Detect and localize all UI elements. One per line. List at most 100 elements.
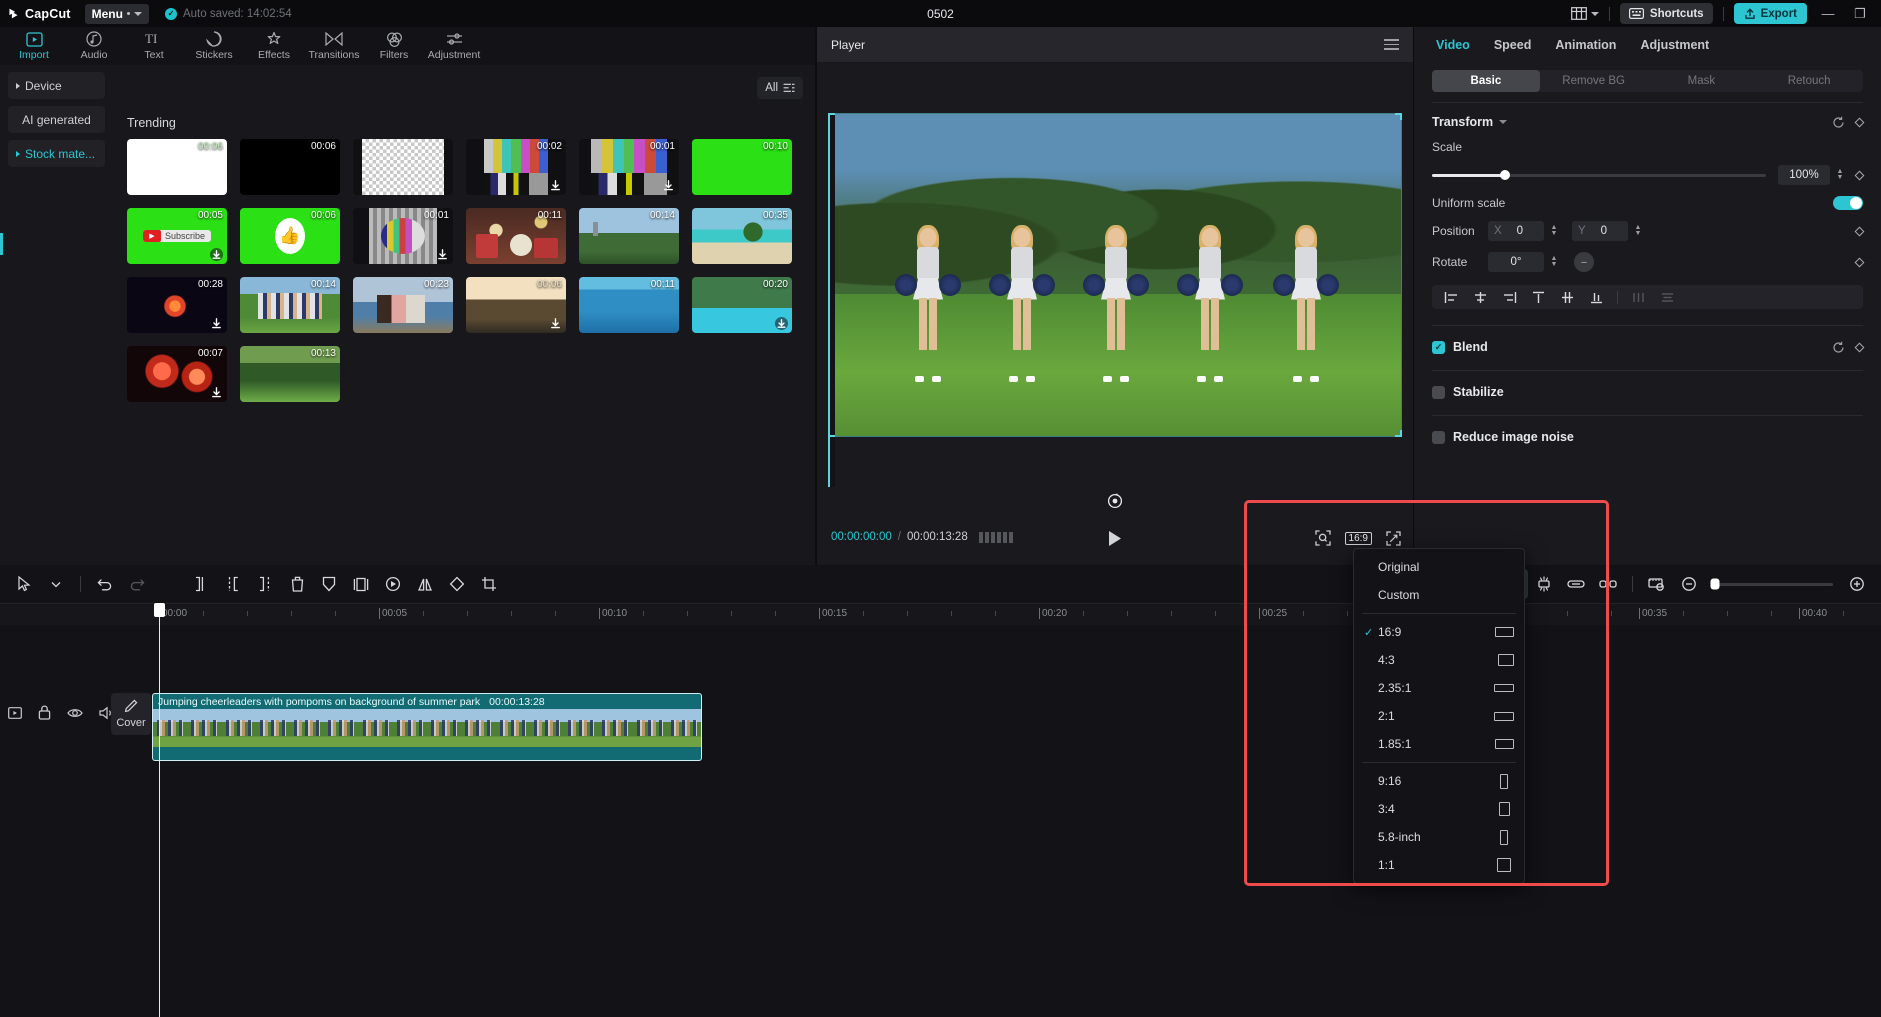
dropdown-item-original[interactable]: Original (1354, 553, 1524, 581)
zoom-out-icon[interactable] (1673, 569, 1705, 599)
dropdown-item-16-9[interactable]: ✓ 16:9 (1354, 618, 1524, 646)
align-top-icon[interactable] (1525, 287, 1552, 307)
media-item[interactable]: ▶ Subscribe 00:05 (127, 208, 227, 264)
crop-handle-top-right[interactable] (1395, 113, 1402, 120)
crop-handle-bottom-right[interactable] (1395, 430, 1402, 437)
redo-icon[interactable] (121, 569, 153, 599)
media-item[interactable]: 00:02 (466, 139, 566, 195)
player-menu-icon[interactable] (1384, 39, 1399, 50)
link-icon[interactable] (1560, 569, 1592, 599)
crop-handle-bottom-left[interactable] (828, 430, 835, 437)
tab-animation[interactable]: Animation (1555, 38, 1616, 52)
download-icon[interactable] (210, 386, 223, 399)
rotate-stepper[interactable]: ▲▼ (1548, 256, 1560, 268)
delete-icon[interactable] (281, 569, 313, 599)
tool-tab-audio[interactable]: Audio (66, 27, 122, 65)
download-icon[interactable] (549, 317, 562, 330)
tab-video[interactable]: Video (1436, 38, 1470, 52)
split-icon[interactable] (185, 569, 217, 599)
position-y-field[interactable]: Y 0 (1572, 221, 1628, 241)
align-center-vertical-icon[interactable] (1554, 287, 1581, 307)
preview-scale-icon[interactable] (1641, 569, 1673, 599)
track-display-icon[interactable] (8, 706, 22, 720)
playhead-handle[interactable] (154, 603, 165, 617)
slider-knob[interactable] (1500, 170, 1510, 180)
filter-all-button[interactable]: All (757, 77, 803, 99)
keyframe-icon[interactable] (1855, 257, 1865, 267)
tool-tab-stickers[interactable]: Stickers (186, 27, 242, 65)
sidebar-item-device[interactable]: Device (8, 72, 105, 99)
media-item[interactable]: 00:23 (353, 277, 453, 333)
tool-tab-transitions[interactable]: Transitions (306, 27, 362, 65)
media-item[interactable]: 00:28 (127, 277, 227, 333)
freeze-frame-icon[interactable] (345, 569, 377, 599)
reverse-icon[interactable] (377, 569, 409, 599)
zoom-slider-knob[interactable] (1711, 579, 1720, 590)
aspect-ratio-dropdown[interactable]: Original Custom ✓ 16:9 4:3 2.35:1 2:1 (1353, 548, 1525, 884)
download-icon[interactable] (210, 248, 223, 261)
mark-icon[interactable] (313, 569, 345, 599)
keyframe-icon[interactable] (1855, 170, 1865, 180)
scale-value[interactable]: 100% (1778, 165, 1830, 185)
media-item[interactable]: 00:11 (466, 208, 566, 264)
trim-end-icon[interactable] (249, 569, 281, 599)
trim-start-icon[interactable] (217, 569, 249, 599)
segment-remove-bg[interactable]: Remove BG (1540, 70, 1648, 92)
dropdown-item-235-1[interactable]: 2.35:1 (1354, 674, 1524, 702)
tool-tab-adjustment[interactable]: Adjustment (426, 27, 482, 65)
reduce-noise-checkbox[interactable] (1432, 431, 1445, 444)
reset-icon[interactable] (1832, 116, 1845, 129)
media-item[interactable]: 00:14 (240, 277, 340, 333)
tool-tab-text[interactable]: TI Text (126, 27, 182, 65)
media-item[interactable]: 00:14 (579, 208, 679, 264)
timeline-clip[interactable]: Jumping cheerleaders with pompoms on bac… (152, 693, 702, 761)
media-item[interactable]: 00:07 (127, 346, 227, 402)
tool-dropdown-icon[interactable] (40, 569, 72, 599)
dropdown-item-9-16[interactable]: 9:16 (1354, 767, 1524, 795)
frames-icon[interactable] (979, 532, 1013, 543)
chevron-down-icon[interactable] (1499, 120, 1507, 124)
dropdown-item-3-4[interactable]: 3:4 (1354, 795, 1524, 823)
download-icon[interactable] (775, 317, 788, 330)
tool-tab-effects[interactable]: Effects (246, 27, 302, 65)
playhead[interactable] (159, 603, 160, 1017)
distribute-horizontal-icon[interactable] (1625, 287, 1652, 307)
zoom-fit-icon[interactable] (1315, 530, 1331, 546)
timeline-ruler[interactable]: 00:00 00:05 00:10 00:15 00:20 00:25 00:3… (0, 603, 1881, 625)
download-icon[interactable] (549, 179, 562, 192)
dropdown-item-58-inch[interactable]: 5.8-inch (1354, 823, 1524, 851)
keyframe-icon[interactable] (1855, 226, 1865, 236)
stabilize-checkbox[interactable] (1432, 386, 1445, 399)
segment-mask[interactable]: Mask (1648, 70, 1756, 92)
sidebar-item-stock-materials[interactable]: Stock mate... (8, 140, 105, 167)
media-item[interactable]: 00:10 (692, 139, 792, 195)
fullscreen-icon[interactable] (1386, 531, 1401, 546)
media-item[interactable]: 👍 00:06 (240, 208, 340, 264)
undo-icon[interactable] (89, 569, 121, 599)
dropdown-item-2-1[interactable]: 2:1 (1354, 702, 1524, 730)
tool-tab-import[interactable]: Import (6, 27, 62, 65)
dropdown-item-custom[interactable]: Custom (1354, 581, 1524, 609)
segment-basic[interactable]: Basic (1432, 70, 1540, 92)
crop-icon[interactable] (473, 569, 505, 599)
media-item[interactable]: 00:11 (579, 277, 679, 333)
video-canvas[interactable] (829, 114, 1401, 436)
rotate-value[interactable]: 0° (1488, 252, 1544, 272)
auto-adjust-icon[interactable] (1528, 569, 1560, 599)
media-item[interactable]: 00:35 (692, 208, 792, 264)
position-y-stepper[interactable]: ▲▼ (1632, 225, 1644, 237)
media-item[interactable]: 00:13 (240, 346, 340, 402)
zoom-in-icon[interactable] (1841, 569, 1873, 599)
uniform-scale-toggle[interactable] (1833, 196, 1863, 210)
position-x-field[interactable]: X 0 (1488, 221, 1544, 241)
download-icon[interactable] (662, 179, 675, 192)
media-item[interactable]: 00:20 (692, 277, 792, 333)
reset-icon[interactable] (1832, 341, 1845, 354)
reset-icon[interactable] (1107, 493, 1123, 509)
rotate-icon[interactable] (441, 569, 473, 599)
media-item[interactable]: 00:06 (127, 139, 227, 195)
media-item[interactable]: 00:01 (353, 208, 453, 264)
tab-speed[interactable]: Speed (1494, 38, 1532, 52)
align-right-icon[interactable] (1496, 287, 1523, 307)
segment-retouch[interactable]: Retouch (1755, 70, 1863, 92)
